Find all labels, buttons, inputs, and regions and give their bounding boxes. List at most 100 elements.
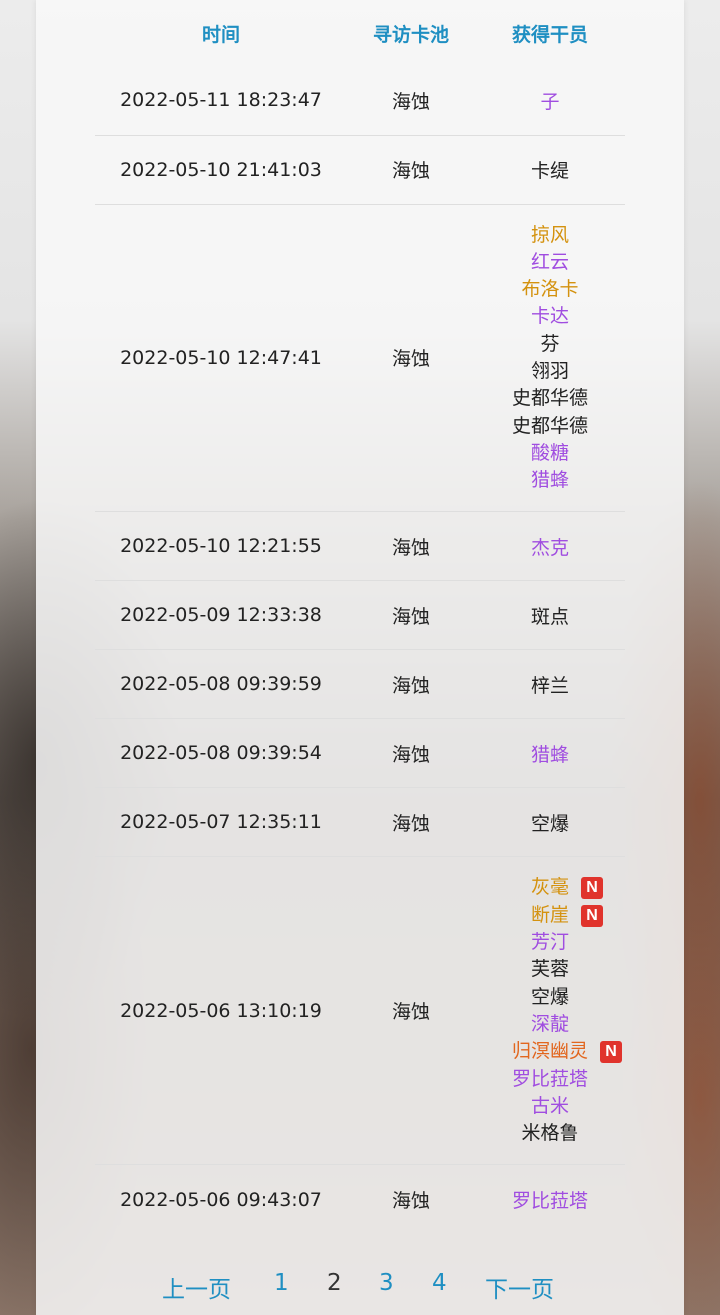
- operator-name: 史都华德: [511, 387, 588, 410]
- operator-entry: 灰毫 N: [475, 874, 625, 901]
- operator-entry: 翎羽: [475, 358, 625, 385]
- column-header-operator: 获得干员: [511, 23, 588, 46]
- operator-entry: 斑点: [475, 602, 625, 629]
- operator-name: 断崖: [530, 903, 569, 926]
- operator-entry: 猎蜂: [475, 740, 625, 767]
- operator-name: 猎蜂: [530, 743, 569, 766]
- operator-name: 罗比菈塔: [511, 1190, 588, 1213]
- record-time: 2022-05-08 09:39:54: [95, 718, 347, 788]
- record-operators: 罗比菈塔: [475, 1164, 625, 1234]
- operator-entry: 卡达: [475, 303, 625, 330]
- operator-name: 梓兰: [530, 674, 569, 697]
- table-row: 2022-05-07 12:35:11 海蚀 空爆: [95, 787, 625, 857]
- operator-name: 史都华德: [511, 414, 588, 437]
- record-operators: 灰毫 N 断崖 N 芳汀 芙蓉 空爆 深靛 归溟幽灵 N 罗比菈塔 古米 米格鲁: [475, 856, 625, 1165]
- gacha-records-table: 时间 寻访卡池 获得干员 2022-05-11 18:23:47 海蚀子 2022-…: [95, 0, 625, 1234]
- operator-entry: 子: [475, 87, 625, 114]
- record-pool: 海蚀: [347, 718, 475, 788]
- new-badge-icon: N: [581, 904, 603, 927]
- operator-entry: 芙蓉: [475, 956, 625, 983]
- operator-entry: 空爆: [475, 809, 625, 836]
- page-link-2-current: 2: [327, 1270, 342, 1296]
- record-operators: 子: [475, 66, 625, 135]
- table-row: 2022-05-06 13:10:19 海蚀 灰毫 N 断崖 N 芳汀 芙蓉 空爆 深靛 归溟幽灵 N…: [95, 856, 625, 1165]
- operator-entry: 猎蜂: [475, 467, 625, 494]
- operator-entry: 史都华德: [475, 385, 625, 412]
- page-link-1[interactable]: 1: [274, 1270, 289, 1296]
- operator-name: 猎蜂: [530, 469, 569, 492]
- operator-name: 米格鲁: [521, 1122, 579, 1145]
- operator-entry: 杰克: [475, 533, 625, 560]
- record-pool: 海蚀: [391, 90, 430, 113]
- record-time: 2022-05-10 12:47:41: [95, 203, 347, 512]
- table-row: 2022-05-10 21:41:03 海蚀 卡缇: [95, 134, 625, 204]
- table-row: 2022-05-08 09:39:59 海蚀 梓兰: [95, 649, 625, 719]
- operator-entry: 芳汀: [475, 929, 625, 956]
- record-operators: 掠风 红云 布洛卡 卡达芬翎羽 史都华德 史都华德 酸糖 猎蜂: [475, 203, 625, 512]
- record-time: 2022-05-08 09:39:59: [95, 649, 347, 719]
- pagination: 上一页 1 2 3 4 下一页: [0, 1262, 720, 1310]
- operator-name: 翎羽: [530, 359, 569, 382]
- table-row: 2022-05-06 09:43:07 海蚀 罗比菈塔: [95, 1164, 625, 1234]
- operator-entry: 归溟幽灵 N: [475, 1038, 625, 1065]
- table-row: 2022-05-10 12:47:41 海蚀 掠风 红云 布洛卡 卡达芬翎羽 史都华德 史都华…: [95, 203, 625, 512]
- record-operators: 猎蜂: [475, 718, 625, 788]
- operator-name: 红云: [530, 250, 569, 273]
- prev-page-link[interactable]: 上一页: [162, 1270, 231, 1304]
- operator-name: 卡缇: [530, 159, 569, 182]
- record-time: 2022-05-09 12:33:38: [95, 580, 347, 650]
- column-header-time: 时间: [201, 23, 240, 46]
- operator-name: 卡达: [530, 305, 569, 328]
- operator-name: 布洛卡: [521, 278, 579, 301]
- page-link-4[interactable]: 4: [432, 1270, 447, 1296]
- record-pool: 海蚀: [347, 856, 475, 1165]
- table-row: 2022-05-09 12:33:38 海蚀 斑点: [95, 580, 625, 650]
- next-page-link[interactable]: 下一页: [485, 1270, 554, 1304]
- operator-name: 空爆: [530, 812, 569, 835]
- table-row: 2022-05-11 18:23:47 海蚀 子: [95, 66, 625, 135]
- operator-entry: 红云: [475, 249, 625, 276]
- page-link-3[interactable]: 3: [379, 1270, 394, 1296]
- records-body: 2022-05-11 18:23:47 海蚀 子 2022-05-10 21:41:0…: [95, 66, 625, 1234]
- operator-entry: 罗比菈塔: [475, 1186, 625, 1213]
- record-operators: 空爆: [475, 787, 625, 857]
- column-header-pool: 寻访卡池: [372, 23, 449, 46]
- operator-name: 酸糖: [530, 441, 569, 464]
- operator-name: 芙蓉: [530, 958, 569, 981]
- operator-name: 灰毫: [530, 876, 569, 899]
- operator-entry: 酸糖: [475, 440, 625, 467]
- operator-name: 深靛: [530, 1012, 569, 1035]
- operator-entry: 罗比菈塔: [475, 1066, 625, 1093]
- operator-entry: 米格鲁: [475, 1120, 625, 1147]
- table-row: 2022-05-08 09:39:54 海蚀 猎蜂: [95, 718, 625, 788]
- record-operators: 杰克: [475, 511, 625, 581]
- record-operators: 斑点: [475, 580, 625, 650]
- record-pool: 海蚀: [347, 1164, 475, 1234]
- operator-name: 杰克: [530, 536, 569, 559]
- record-time: 2022-05-06 13:10:19: [95, 856, 347, 1165]
- operator-name: 空爆: [530, 985, 569, 1008]
- operator-entry: 空爆: [475, 984, 625, 1011]
- operator-entry: 芬: [475, 331, 625, 358]
- record-pool: 海蚀: [347, 134, 475, 204]
- record-operators: 梓兰: [475, 649, 625, 719]
- operator-name: 芬: [540, 332, 560, 355]
- operator-name: 古米: [530, 1094, 569, 1117]
- operator-entry: 布洛卡: [475, 276, 625, 303]
- record-pool: 海蚀: [347, 511, 475, 581]
- record-time: 2022-05-06 09:43:07: [95, 1164, 347, 1234]
- operator-name: 罗比菈塔: [511, 1067, 588, 1090]
- record-time: 2022-05-10 21:41:03: [95, 134, 347, 204]
- operator-name: 芳汀: [530, 931, 569, 954]
- record-pool: 海蚀: [347, 649, 475, 719]
- operator-name: 掠风: [530, 223, 569, 246]
- operator-entry: 梓兰: [475, 671, 625, 698]
- record-operators: 卡缇: [475, 134, 625, 204]
- operator-entry: 断崖 N: [475, 902, 625, 929]
- record-time: 2022-05-07 12:35:11: [95, 787, 347, 857]
- record-pool: 海蚀: [347, 787, 475, 857]
- operator-name: 子: [540, 90, 560, 113]
- record-pool: 海蚀: [347, 203, 475, 512]
- operator-name: 归溟幽灵: [511, 1040, 588, 1063]
- record-time: 2022-05-10 12:21:55: [95, 511, 347, 581]
